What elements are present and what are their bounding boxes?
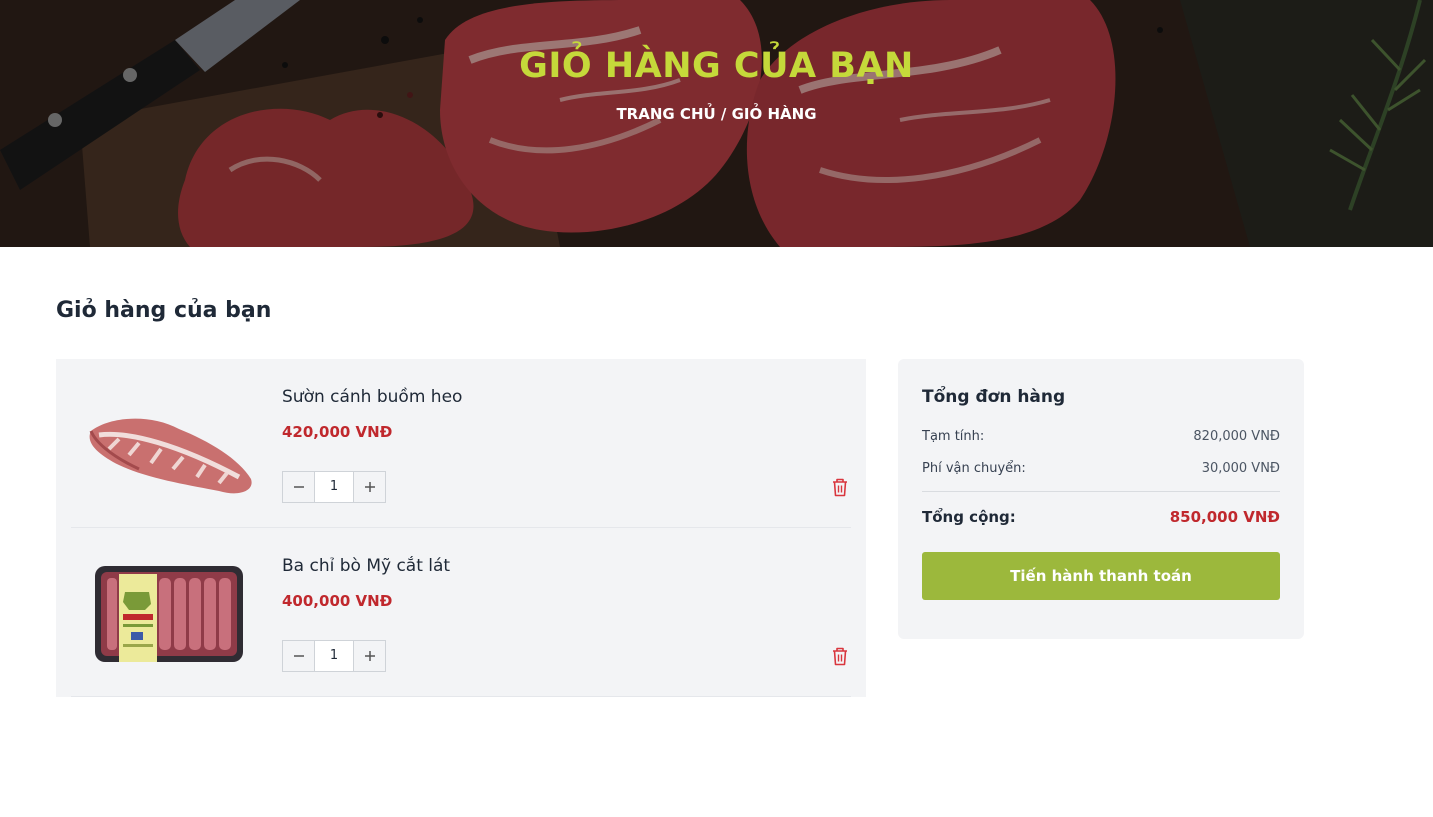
checkout-button[interactable]: Tiến hành thanh toán bbox=[922, 552, 1280, 600]
quantity-increase-button[interactable] bbox=[353, 471, 386, 503]
quantity-stepper: 1 bbox=[282, 640, 386, 672]
quantity-decrease-button[interactable] bbox=[282, 471, 315, 503]
item-name[interactable]: Ba chỉ bò Mỹ cắt lát bbox=[282, 556, 450, 576]
summary-divider bbox=[922, 491, 1280, 492]
subtotal-label: Tạm tính: bbox=[922, 429, 985, 444]
order-summary-panel: Tổng đơn hàng Tạm tính: 820,000 VNĐ Phí … bbox=[898, 359, 1304, 639]
quantity-decrease-button[interactable] bbox=[282, 640, 315, 672]
breadcrumb-home-link[interactable]: TRANG CHỦ bbox=[616, 105, 715, 123]
hero-title: GIỎ HÀNG CỦA BẠN bbox=[519, 46, 914, 86]
total-value: 850,000 VNĐ bbox=[1169, 508, 1280, 526]
quantity-input[interactable]: 1 bbox=[315, 640, 353, 672]
quantity-increase-button[interactable] bbox=[353, 640, 386, 672]
item-price: 420,000 VNĐ bbox=[282, 423, 393, 441]
plus-icon bbox=[364, 482, 375, 492]
quantity-input[interactable]: 1 bbox=[315, 471, 353, 503]
cart-item: Sườn cánh buồm heo 420,000 VNĐ 1 bbox=[71, 359, 851, 528]
hero-overlay bbox=[0, 0, 1433, 247]
quantity-stepper: 1 bbox=[282, 471, 386, 503]
shipping-value: 30,000 VNĐ bbox=[1201, 461, 1280, 476]
cart-item: Ba chỉ bò Mỹ cắt lát 400,000 VNĐ 1 bbox=[71, 528, 851, 697]
trash-icon[interactable] bbox=[831, 646, 849, 666]
item-price: 400,000 VNĐ bbox=[282, 592, 393, 610]
plus-icon bbox=[364, 651, 375, 661]
pork-ribs-image bbox=[89, 418, 252, 494]
page-title: Giỏ hàng của bạn bbox=[56, 298, 272, 323]
breadcrumb-separator: / bbox=[715, 105, 732, 123]
minus-icon bbox=[293, 486, 304, 488]
breadcrumb: TRANG CHỦ / GIỎ HÀNG bbox=[0, 105, 1433, 123]
cart-items-panel: Sườn cánh buồm heo 420,000 VNĐ 1 Ba chỉ … bbox=[56, 359, 866, 697]
subtotal-value: 820,000 VNĐ bbox=[1193, 429, 1280, 444]
breadcrumb-current: GIỎ HÀNG bbox=[731, 105, 817, 123]
trash-icon[interactable] bbox=[831, 477, 849, 497]
beef-slices-pack-image bbox=[95, 566, 243, 662]
total-row: Tổng cộng: 850,000 VNĐ bbox=[922, 508, 1280, 526]
minus-icon bbox=[293, 655, 304, 657]
shipping-label: Phí vận chuyển: bbox=[922, 461, 1026, 476]
shipping-row: Phí vận chuyển: 30,000 VNĐ bbox=[922, 461, 1280, 476]
hero-banner: GIỎ HÀNG CỦA BẠN TRANG CHỦ / GIỎ HÀNG bbox=[0, 0, 1433, 247]
subtotal-row: Tạm tính: 820,000 VNĐ bbox=[922, 429, 1280, 444]
summary-title: Tổng đơn hàng bbox=[922, 387, 1066, 407]
total-label: Tổng cộng: bbox=[922, 508, 1016, 526]
item-name[interactable]: Sườn cánh buồm heo bbox=[282, 387, 462, 407]
